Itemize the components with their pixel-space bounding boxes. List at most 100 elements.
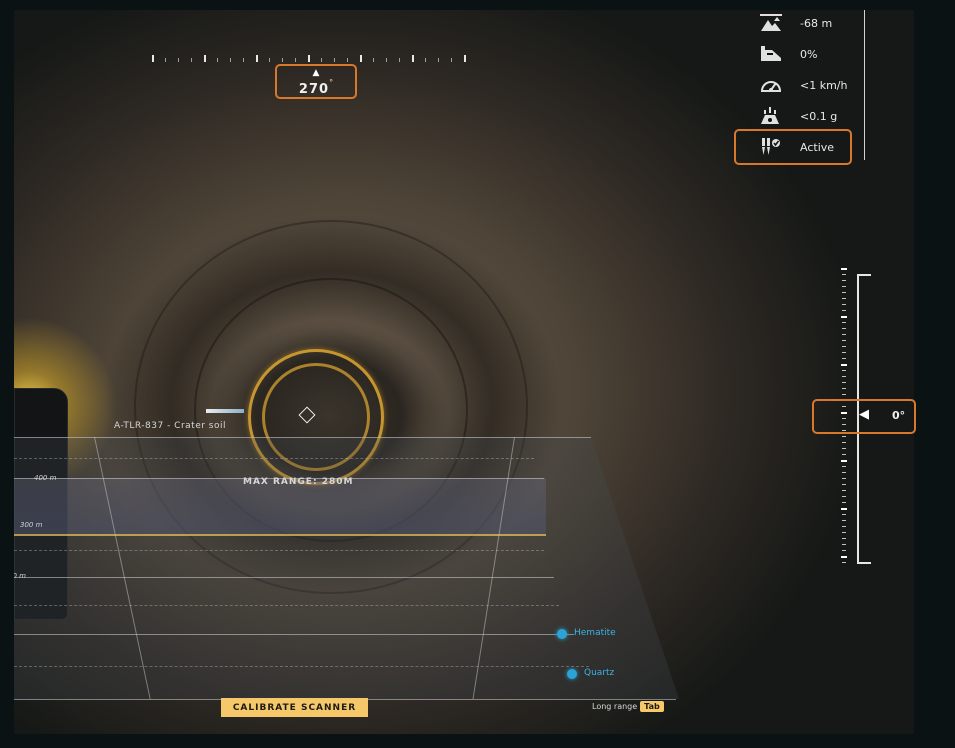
mineral-label-quartz: Quartz [584, 668, 615, 678]
altitude-value: -68 m [800, 17, 833, 30]
pitch-tick [842, 472, 846, 473]
status-row-slope: 0% [740, 43, 860, 67]
pitch-tick [842, 520, 846, 521]
compass-tick [243, 58, 244, 62]
pitch-tick [842, 388, 846, 389]
pitch-tick [842, 454, 846, 455]
status-panel: -68 m 0% <1 km/h <0.1 g Active [740, 0, 870, 160]
compass-tick [438, 58, 439, 62]
pitch-tick [842, 484, 846, 485]
pitch-tick [842, 334, 846, 335]
pitch-tick [842, 394, 846, 395]
long-range-label: Long range [592, 702, 638, 711]
pitch-tick [842, 436, 846, 437]
scanner-grid-dash [14, 550, 544, 551]
compass-tick [321, 58, 322, 62]
status-row-altitude: -68 m [740, 12, 860, 36]
calibrate-scanner-button[interactable]: CALIBRATE SCANNER [221, 698, 368, 717]
pitch-tick [842, 376, 846, 377]
pitch-tick [842, 382, 846, 383]
altitude-icon [760, 14, 782, 31]
pitch-indicator-icon: ◀ [859, 407, 869, 422]
pitch-tick [842, 538, 846, 539]
scanner-grid-line [14, 437, 591, 438]
mineral-marker-hematite[interactable] [557, 629, 567, 639]
scanner-grid-line [14, 634, 574, 635]
pitch-tick [842, 292, 846, 293]
scanner-grid-line [14, 577, 554, 578]
pitch-tick [842, 346, 846, 347]
drill-status-value: Active [800, 141, 835, 154]
compass-tick [165, 58, 166, 62]
speedometer-icon [760, 81, 782, 92]
pitch-tick [842, 466, 846, 467]
long-range-hint[interactable]: Long range Tab [592, 701, 664, 712]
compass-tick [373, 58, 374, 62]
pitch-value: 0° [892, 409, 906, 422]
pitch-tick [842, 328, 846, 329]
compass-tick [412, 55, 414, 62]
pitch-tick [842, 286, 846, 287]
pitch-tick [842, 298, 846, 299]
pitch-tick [842, 340, 846, 341]
pitch-tick [842, 274, 846, 275]
heading-unit: ° [329, 78, 334, 87]
axis-label: 10 m [14, 572, 26, 580]
pitch-tick [842, 478, 846, 479]
pitch-tick [841, 508, 847, 510]
pitch-tick [842, 490, 846, 491]
compass-tick [204, 55, 206, 62]
compass-tick [308, 55, 310, 62]
axis-label: 400 m [34, 474, 57, 482]
pitch-tick [842, 310, 846, 311]
pitch-tick [842, 280, 846, 281]
heading-arrow-icon: ▲ [312, 68, 320, 78]
max-range-edge [14, 534, 546, 536]
compass-tick [295, 58, 296, 62]
scanner-grid-dash [14, 605, 559, 606]
pitch-tick [842, 304, 846, 305]
compass-tick [464, 55, 466, 62]
target-label: A-TLR-837 - Crater soil [114, 421, 226, 431]
gravity-value: <0.1 g [800, 110, 838, 123]
compass-tick [152, 55, 154, 62]
target-distance-bar [206, 409, 244, 413]
compass-tick [269, 58, 270, 62]
pitch-tick [842, 514, 846, 515]
pitch-tick [842, 322, 846, 323]
tab-key-badge: Tab [640, 701, 664, 712]
pitch-tick [842, 370, 846, 371]
pitch-readout: ◀ 0° [812, 399, 916, 434]
slope-icon [761, 46, 781, 61]
pitch-tick [842, 502, 846, 503]
pitch-tick [842, 532, 846, 533]
mineral-marker-quartz[interactable] [567, 669, 577, 679]
pitch-tick [841, 364, 847, 366]
compass-tick [256, 55, 258, 62]
axis-label: 300 m [20, 521, 43, 529]
drill-status-icon [762, 138, 780, 155]
pitch-tick [842, 358, 846, 359]
pitch-tick [842, 442, 846, 443]
pitch-tick [842, 352, 846, 353]
pitch-tick [842, 544, 846, 545]
compass-tick [334, 58, 335, 62]
compass-tick [451, 58, 452, 62]
compass-tick [425, 58, 426, 62]
speed-value: <1 km/h [800, 79, 848, 92]
pitch-tick [841, 460, 847, 462]
compass-tick [282, 58, 283, 62]
status-row-gravity: <0.1 g [740, 105, 860, 129]
compass-tick [386, 58, 387, 62]
status-row-drill: Active [740, 136, 860, 160]
pitch-tick [841, 268, 847, 270]
pitch-tick [842, 448, 846, 449]
compass-tick [217, 58, 218, 62]
mineral-label-hematite: Hematite [574, 628, 616, 638]
pitch-tick [841, 316, 847, 318]
compass-tick [399, 58, 400, 62]
compass-readout: ▲ 270° [275, 64, 357, 99]
compass-tick [360, 55, 362, 62]
pitch-tick [842, 562, 846, 563]
scanner-grid-dash [14, 666, 589, 667]
